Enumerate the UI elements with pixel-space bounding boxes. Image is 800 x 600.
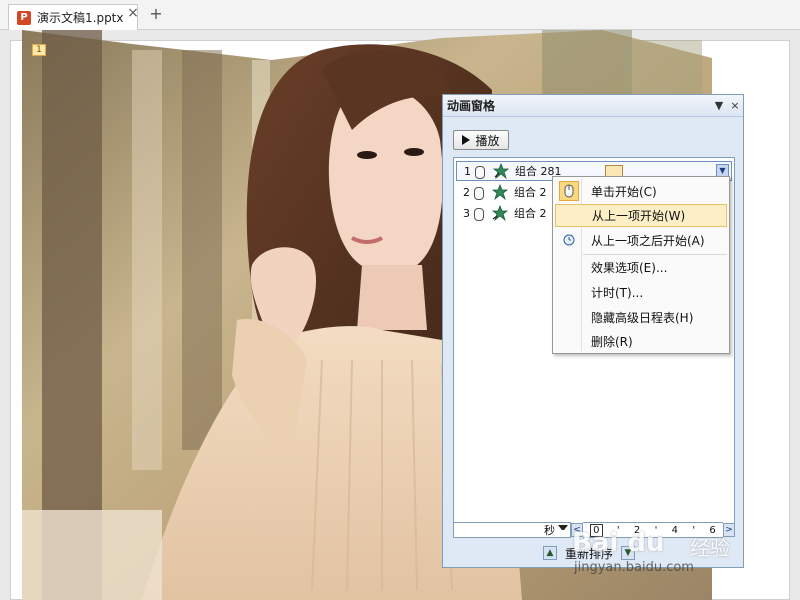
- animation-pane-titlebar: 动画窗格 ▼ ×: [443, 95, 743, 117]
- animation-label: 组合 2: [514, 186, 547, 199]
- animation-context-menu: 单击开始(C) 从上一项开始(W) 从上一项之后开始(A) 效果选项(E)...…: [552, 176, 730, 354]
- menu-item-label: 隐藏高级日程表(H): [591, 311, 694, 325]
- time-unit-label: 秒: [544, 524, 555, 537]
- emphasis-effect-icon: [492, 205, 508, 221]
- animation-label: 组合 2: [514, 207, 547, 220]
- menu-item-label: 删除(R): [591, 335, 633, 349]
- animation-order-badge[interactable]: 1: [32, 44, 46, 56]
- document-tab[interactable]: P 演示文稿1.pptx: [8, 4, 138, 30]
- menu-item-remove[interactable]: 删除(R): [555, 330, 727, 353]
- baidu-watermark: Bai du 经验 jingyan.baidu.com: [560, 522, 780, 582]
- menu-item-label: 从上一项开始(W): [592, 209, 686, 223]
- menu-item-effect-options[interactable]: 效果选项(E)...: [555, 256, 727, 279]
- time-unit-select[interactable]: 秒: [453, 522, 571, 538]
- pane-close-icon[interactable]: ×: [727, 99, 743, 112]
- tab-bar: P 演示文稿1.pptx × +: [0, 0, 800, 30]
- animation-number: 2: [463, 185, 470, 199]
- watermark-cn: 经验: [690, 536, 730, 560]
- emphasis-effect-icon: [492, 184, 508, 200]
- emphasis-effect-icon: [493, 163, 509, 179]
- mouse-click-icon: [472, 206, 484, 221]
- pane-options-icon[interactable]: ▼: [711, 99, 727, 112]
- animation-number: 3: [463, 206, 470, 220]
- menu-item-start-on-click[interactable]: 单击开始(C): [555, 180, 727, 203]
- menu-item-label: 计时(T)...: [591, 286, 644, 300]
- close-tab-icon[interactable]: ×: [126, 6, 140, 20]
- mouse-click-icon: [473, 164, 485, 179]
- clock-icon: [563, 234, 575, 246]
- menu-item-start-with-previous[interactable]: 从上一项开始(W): [555, 204, 727, 227]
- menu-item-hide-advanced-timeline[interactable]: 隐藏高级日程表(H): [555, 306, 727, 329]
- menu-item-label: 从上一项之后开始(A): [591, 234, 705, 248]
- powerpoint-icon: P: [17, 10, 31, 25]
- mouse-click-icon: [564, 184, 574, 198]
- play-icon: [462, 135, 471, 145]
- menu-item-timing[interactable]: 计时(T)...: [555, 281, 727, 304]
- animation-pane-title: 动画窗格: [447, 99, 496, 113]
- play-button[interactable]: 播放: [453, 130, 509, 150]
- mouse-click-icon: [472, 185, 484, 200]
- menu-item-label: 单击开始(C): [591, 185, 657, 199]
- animation-number: 1: [464, 164, 471, 178]
- watermark-brand: Bai du: [572, 528, 665, 558]
- menu-item-label: 效果选项(E)...: [591, 261, 668, 275]
- move-up-icon[interactable]: ▲: [543, 546, 557, 560]
- watermark-url: jingyan.baidu.com: [574, 560, 694, 575]
- menu-item-start-after-previous[interactable]: 从上一项之后开始(A): [555, 229, 727, 252]
- menu-separator: [583, 254, 727, 255]
- new-tab-icon[interactable]: +: [148, 6, 164, 22]
- play-button-label: 播放: [475, 133, 500, 148]
- document-tab-title: 演示文稿1.pptx: [37, 11, 124, 25]
